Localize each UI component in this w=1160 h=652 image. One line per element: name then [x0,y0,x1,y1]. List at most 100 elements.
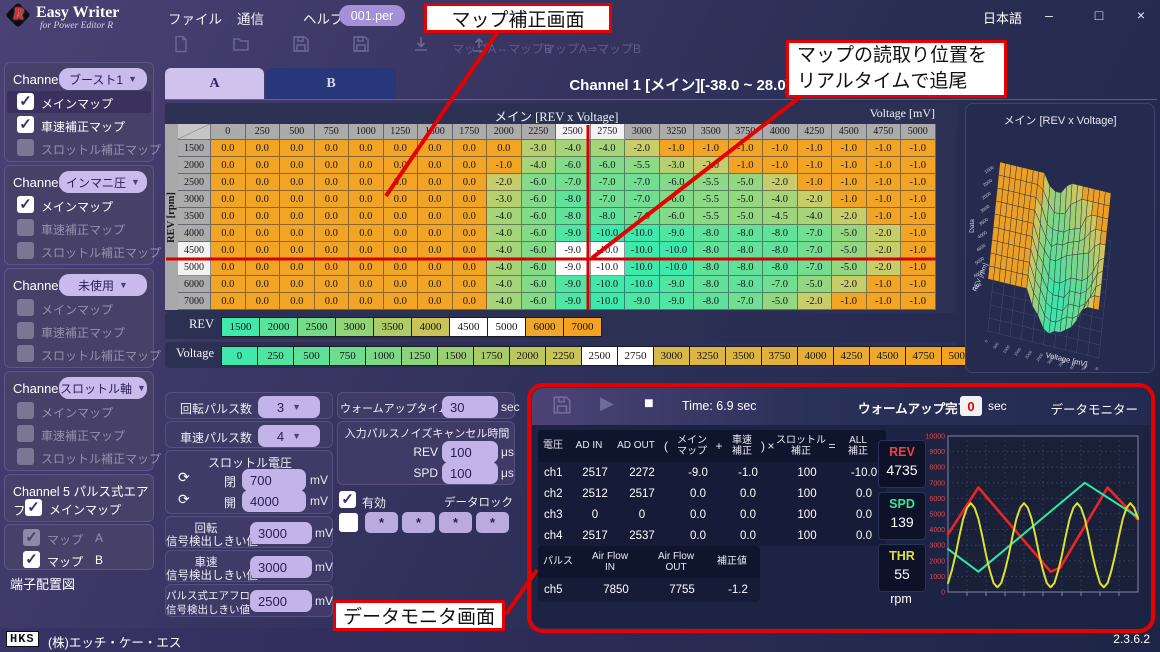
map-cell[interactable]: -6.0 [591,157,626,174]
map-cell[interactable]: -8.0 [556,191,591,208]
voltage-column-header[interactable]: 3250 [660,124,695,140]
map-cell[interactable]: -8.0 [763,225,798,242]
map-cell[interactable]: 0.0 [246,276,281,293]
map-cell[interactable]: -4.0 [487,225,522,242]
map-checkbox[interactable] [17,425,34,442]
voltage-column-header[interactable]: 1750 [453,124,488,140]
rev-row-header[interactable]: 3500 [178,208,211,225]
map-cell[interactable]: -7.0 [798,242,833,259]
voltage-legend-item[interactable]: 4000 [797,346,834,366]
refresh-icon[interactable]: ⟳ [178,469,190,486]
map-cell[interactable]: -1.0 [487,157,522,174]
map-ab-checkbox[interactable]: ✓ [23,551,40,568]
map-cell[interactable]: -4.0 [487,242,522,259]
map-cell[interactable]: -10.0 [625,242,660,259]
rev-row-header[interactable]: 5000 [178,259,211,276]
voltage-legend-item[interactable]: 2000 [509,346,546,366]
map-checkbox[interactable]: ✓ [25,499,42,516]
map-cell[interactable]: 0.0 [453,293,488,310]
map-cell[interactable]: -8.0 [694,276,729,293]
map-cell[interactable]: -5.5 [625,157,660,174]
map-cell[interactable]: -4.0 [487,208,522,225]
map-cell[interactable]: -5.5 [694,174,729,191]
map-cell[interactable]: 0.0 [453,259,488,276]
save-icon[interactable] [292,35,310,56]
voltage-column-header[interactable]: 1250 [384,124,419,140]
lock-checkbox[interactable] [339,513,358,532]
speed-pulse-select[interactable]: 4▼ [258,425,320,447]
map-cell[interactable]: 0.0 [418,225,453,242]
map-checkbox[interactable]: ✓ [17,196,34,213]
map-cell[interactable]: -9.0 [625,293,660,310]
map-cell[interactable]: -5.5 [694,191,729,208]
map-cell[interactable]: 0.0 [418,259,453,276]
map-cell[interactable]: -4.0 [591,140,626,157]
map-cell[interactable]: 0.0 [280,157,315,174]
map-cell[interactable]: -2.0 [694,157,729,174]
map-cell[interactable]: -9.0 [660,276,695,293]
map-cell[interactable]: 0.0 [315,276,350,293]
map-cell[interactable]: -10.0 [591,259,626,276]
map-cell[interactable]: -8.0 [694,225,729,242]
map-cell[interactable]: -8.0 [729,242,764,259]
map-cell[interactable]: 0.0 [280,293,315,310]
terminal-layout-link[interactable]: 端子配置図 [10,574,75,593]
rev-legend-item[interactable]: 1500 [221,317,260,337]
rotation-pulse-select[interactable]: 3▼ [258,396,320,418]
voltage-column-header[interactable]: 4750 [867,124,902,140]
map-checkbox[interactable] [17,448,34,465]
map-cell[interactable]: 0.0 [315,225,350,242]
map-cell[interactable]: -1.0 [867,293,902,310]
rev-legend-item[interactable]: 2500 [297,317,336,337]
map-cell[interactable]: 0.0 [453,191,488,208]
map-cell[interactable]: -2.0 [798,293,833,310]
map-cell[interactable]: 0.0 [246,157,281,174]
rev-legend-item[interactable]: 3000 [335,317,374,337]
map-cell[interactable]: 0.0 [453,157,488,174]
voltage-column-header[interactable]: 2250 [522,124,557,140]
map-cell[interactable]: 0.0 [418,276,453,293]
map-a-copy-b-button[interactable]: マップA⇒マップB [543,40,641,57]
voltage-legend-item[interactable]: 1500 [437,346,474,366]
map-cell[interactable]: -7.0 [556,174,591,191]
map-cell[interactable]: 0.0 [384,276,419,293]
voltage-legend-item[interactable]: 500 [293,346,330,366]
map-cell[interactable]: -1.0 [798,140,833,157]
voltage-column-header[interactable]: 250 [246,124,281,140]
channel-2-mode-select[interactable]: インマニ圧▼ [59,171,147,193]
voltage-legend-item[interactable]: 3000 [653,346,690,366]
rev-legend-item[interactable]: 3500 [373,317,412,337]
map-cell[interactable]: -4.0 [487,259,522,276]
map-cell[interactable]: -9.0 [556,225,591,242]
map-cell[interactable]: -2.0 [763,174,798,191]
new-file-icon[interactable] [172,35,190,56]
map-cell[interactable]: 0.0 [315,259,350,276]
map-cell[interactable]: -8.0 [763,259,798,276]
map-cell[interactable]: -1.0 [867,174,902,191]
rev-legend-item[interactable]: 5000 [487,317,526,337]
map-cell[interactable]: 0.0 [280,259,315,276]
map-cell[interactable]: -1.0 [901,293,936,310]
map-cell[interactable]: -1.0 [832,157,867,174]
channel-1-mode-select[interactable]: ブースト1▼ [59,68,147,90]
map-cell[interactable]: 0.0 [246,191,281,208]
voltage-column-header[interactable]: 3500 [694,124,729,140]
rev-row-header[interactable]: 1500 [178,140,211,157]
map-cell[interactable]: 0.0 [384,225,419,242]
close-button[interactable]: × [1128,4,1154,26]
lock-digit-button[interactable]: * [439,512,472,533]
map-cell[interactable]: -2.0 [832,208,867,225]
channel-3-mode-select[interactable]: 未使用▼ [59,274,147,296]
map-cell[interactable]: -8.0 [694,293,729,310]
voltage-legend-item[interactable]: 2500 [581,346,618,366]
map-cell[interactable]: 0.0 [384,259,419,276]
language-selector[interactable]: 日本語 [983,8,1022,27]
map-cell[interactable]: 0.0 [384,140,419,157]
map-cell[interactable]: -1.0 [901,140,936,157]
map-cell[interactable]: -10.0 [660,259,695,276]
rev-row-header[interactable]: 3000 [178,191,211,208]
throttle-close-input[interactable]: 700 [242,469,306,491]
map-cell[interactable]: -1.0 [901,225,936,242]
map-cell[interactable]: 0.0 [246,208,281,225]
map-cell[interactable]: 0.0 [349,191,384,208]
